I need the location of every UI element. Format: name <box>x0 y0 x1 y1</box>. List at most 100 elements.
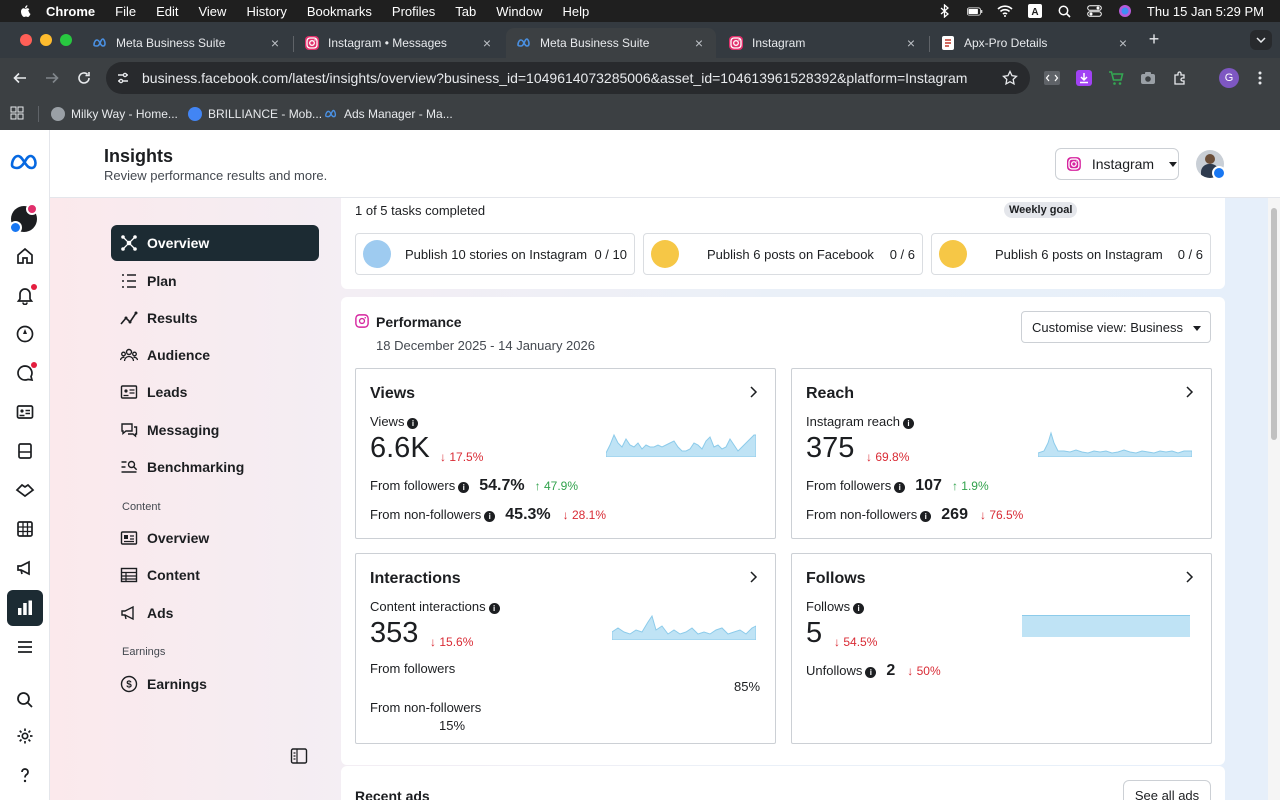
sidebar-item-content[interactable]: Content <box>111 557 319 593</box>
close-window-button[interactable] <box>20 34 32 46</box>
camera-extension-icon[interactable] <box>1139 69 1157 87</box>
task-publish-stories-instagram[interactable]: Publish 10 stories on Instagram 0 / 10 <box>355 233 635 275</box>
reach-metric-card[interactable]: Reach Instagram reach i 375 ↓ 69.8% From … <box>791 368 1212 539</box>
bookmark-ads-manager[interactable]: Ads Manager - Ma... <box>324 105 453 123</box>
tab-search-icon[interactable] <box>1250 30 1272 50</box>
sidebar-item-ads[interactable]: Ads <box>111 595 319 631</box>
address-bar[interactable]: business.facebook.com/latest/insights/ov… <box>106 62 1030 94</box>
info-icon[interactable]: i <box>894 482 906 493</box>
wifi-icon[interactable] <box>997 4 1013 18</box>
sidebar-item-leads[interactable]: Leads <box>111 374 319 410</box>
ads-megaphone-icon[interactable] <box>13 556 37 580</box>
tab-instagram-messages[interactable]: Instagram • Messages × <box>294 28 504 58</box>
bookmark-milky-way[interactable]: Milky Way - Home... <box>51 105 178 123</box>
info-icon[interactable]: i <box>407 418 419 429</box>
scrollbar-thumb[interactable] <box>1271 208 1277 440</box>
info-icon[interactable]: i <box>488 603 500 614</box>
chevron-right-icon[interactable] <box>747 571 759 583</box>
profile-avatar-icon[interactable]: G <box>1219 68 1239 88</box>
info-icon[interactable]: i <box>920 511 932 522</box>
collapse-sidebar-icon[interactable] <box>290 747 308 765</box>
apple-icon[interactable] <box>18 4 32 18</box>
info-icon[interactable]: i <box>902 418 914 429</box>
bookmark-brilliance[interactable]: BRILLIANCE - Mob... <box>188 105 322 123</box>
views-metric-card[interactable]: Views Views i 6.6K ↓ 17.5% From followers… <box>355 368 776 539</box>
tab-meta-business-suite-active[interactable]: Meta Business Suite × <box>506 28 716 58</box>
bookmark-star-icon[interactable] <box>1002 70 1018 86</box>
meta-logo-icon[interactable] <box>9 152 41 172</box>
customise-view-dropdown[interactable]: Customise view: Business <box>1021 311 1211 343</box>
battery-icon[interactable] <box>966 4 983 18</box>
task-publish-posts-facebook[interactable]: Publish 6 posts on Facebook 0 / 6 <box>643 233 923 275</box>
search-icon[interactable] <box>13 688 37 712</box>
sidebar-item-plan[interactable]: Plan <box>111 263 319 299</box>
menu-tab[interactable]: Tab <box>455 4 476 19</box>
menu-history[interactable]: History <box>246 4 286 19</box>
download-extension-icon[interactable] <box>1075 69 1093 87</box>
menu-file[interactable]: File <box>115 4 136 19</box>
menu-bookmarks[interactable]: Bookmarks <box>307 4 372 19</box>
business-avatar[interactable] <box>9 203 38 234</box>
compass-icon[interactable] <box>13 322 37 346</box>
code-extension-icon[interactable] <box>1043 69 1061 87</box>
see-all-ads-button[interactable]: See all ads <box>1123 780 1211 800</box>
sidebar-item-overview[interactable]: Overview <box>111 225 319 261</box>
close-tab-icon[interactable]: × <box>268 36 282 50</box>
menu-profiles[interactable]: Profiles <box>392 4 435 19</box>
sidebar-item-messaging[interactable]: Messaging <box>111 412 319 448</box>
close-tab-icon[interactable]: × <box>904 36 918 50</box>
info-icon[interactable]: i <box>853 603 865 614</box>
zoom-window-button[interactable] <box>60 34 72 46</box>
extensions-puzzle-icon[interactable] <box>1171 69 1189 87</box>
page-scrollbar[interactable] <box>1268 198 1280 800</box>
new-tab-icon[interactable]: + <box>1146 30 1162 48</box>
siri-icon[interactable] <box>1117 4 1133 18</box>
tab-meta-business-suite-1[interactable]: Meta Business Suite × <box>82 28 292 58</box>
all-tools-menu-icon[interactable] <box>13 635 37 659</box>
insights-chart-icon[interactable] <box>7 590 43 626</box>
follows-metric-card[interactable]: Follows Follows i 5 ↓ 54.5% Unfollows i 2 ↓ … <box>791 553 1212 744</box>
sidebar-item-results[interactable]: Results <box>111 300 319 336</box>
task-publish-posts-instagram[interactable]: Publish 6 posts on Instagram 0 / 6 <box>931 233 1211 275</box>
close-tab-icon[interactable]: × <box>692 36 706 50</box>
site-info-icon[interactable] <box>108 63 138 93</box>
forward-icon[interactable] <box>42 68 62 88</box>
sidebar-item-benchmarking[interactable]: Benchmarking <box>111 449 319 485</box>
home-icon[interactable] <box>13 244 37 268</box>
close-tab-icon[interactable]: × <box>480 36 494 50</box>
close-tab-icon[interactable]: × <box>1116 36 1130 50</box>
chevron-right-icon[interactable] <box>747 386 759 398</box>
input-source-icon[interactable]: A <box>1027 4 1043 18</box>
sidebar-item-audience[interactable]: Audience <box>111 337 319 373</box>
menubar-clock[interactable]: Thu 15 Jan 5:29 PM <box>1147 4 1264 19</box>
interactions-metric-card[interactable]: Interactions Content interactions i 353 ↓… <box>355 553 776 744</box>
tab-instagram[interactable]: Instagram × <box>718 28 928 58</box>
minimize-window-button[interactable] <box>40 34 52 46</box>
bluetooth-icon[interactable] <box>937 4 953 18</box>
handshake-icon[interactable] <box>13 478 37 502</box>
apps-grid-icon[interactable] <box>10 106 24 120</box>
chevron-right-icon[interactable] <box>1183 386 1195 398</box>
menu-edit[interactable]: Edit <box>156 4 178 19</box>
menu-view[interactable]: View <box>198 4 226 19</box>
info-icon[interactable]: i <box>458 482 470 493</box>
menu-help[interactable]: Help <box>563 4 590 19</box>
help-icon[interactable] <box>13 763 37 787</box>
contact-card-icon[interactable] <box>13 400 37 424</box>
menu-window[interactable]: Window <box>496 4 542 19</box>
chrome-menu-icon[interactable] <box>1251 69 1269 87</box>
spotlight-icon[interactable] <box>1057 4 1073 18</box>
info-icon[interactable]: i <box>484 511 496 522</box>
sidebar-item-content-overview[interactable]: Overview <box>111 520 319 556</box>
tab-apx-pro-details[interactable]: Apx-Pro Details × <box>930 28 1140 58</box>
planner-grid-icon[interactable] <box>13 517 37 541</box>
settings-gear-icon[interactable] <box>13 724 37 748</box>
menu-chrome[interactable]: Chrome <box>46 4 95 19</box>
posts-stack-icon[interactable] <box>13 439 37 463</box>
chevron-right-icon[interactable] <box>1183 571 1195 583</box>
info-icon[interactable]: i <box>865 667 877 678</box>
control-center-icon[interactable] <box>1087 4 1103 18</box>
cart-extension-icon[interactable] <box>1107 69 1125 87</box>
sidebar-item-earnings[interactable]: $ Earnings <box>111 666 319 702</box>
reload-icon[interactable] <box>74 68 94 88</box>
